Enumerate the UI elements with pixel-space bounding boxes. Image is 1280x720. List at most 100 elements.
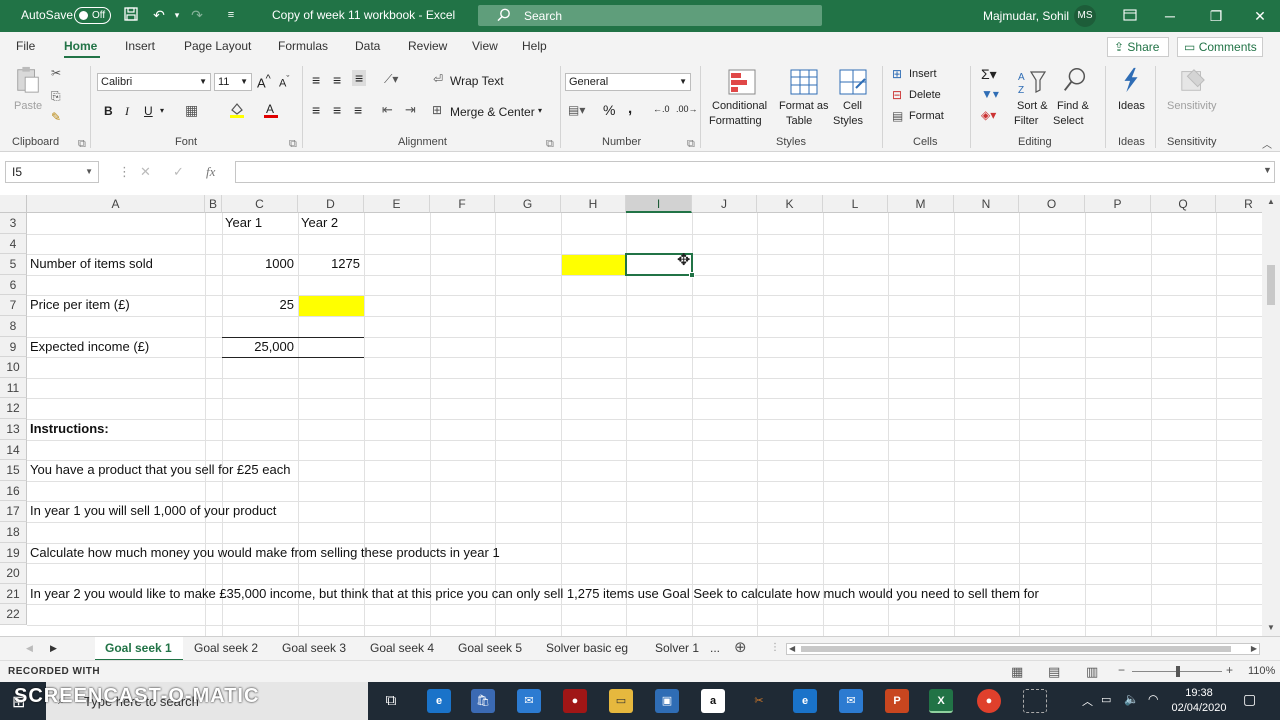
row-header-20[interactable]: 20 bbox=[0, 563, 27, 584]
copy-icon[interactable]: ⎘ bbox=[51, 89, 61, 104]
format-cells-icon[interactable]: ▤ bbox=[892, 109, 903, 123]
column-header-b[interactable]: B bbox=[205, 195, 222, 213]
comments-button[interactable]: ▭ Comments bbox=[1177, 37, 1263, 57]
highlight-cell-d7[interactable] bbox=[299, 296, 364, 317]
font-launcher-icon[interactable]: ⧉ bbox=[289, 138, 297, 151]
amazon-icon[interactable]: a bbox=[701, 689, 725, 713]
insert-function-icon[interactable]: fx bbox=[206, 164, 215, 180]
align-left-icon[interactable]: ≡ bbox=[312, 102, 320, 118]
align-right-icon[interactable]: ≡ bbox=[354, 102, 362, 118]
zoom-out-icon[interactable]: − bbox=[1118, 663, 1125, 677]
increase-font-size-icon[interactable]: A^ bbox=[257, 73, 271, 90]
wrap-text-icon[interactable]: ⏎ bbox=[433, 72, 443, 86]
zoom-slider-thumb[interactable] bbox=[1176, 666, 1180, 677]
align-center-icon[interactable]: ≡ bbox=[333, 102, 341, 118]
ribbon-display-options-icon[interactable] bbox=[1110, 0, 1150, 32]
row-header-10[interactable]: 10 bbox=[0, 357, 27, 378]
font-name-combo[interactable]: Calibri ▼ bbox=[97, 73, 211, 91]
fill-handle[interactable] bbox=[689, 272, 695, 278]
scroll-down-icon[interactable]: ▼ bbox=[1267, 623, 1275, 632]
scroll-left-icon[interactable]: ◀ bbox=[789, 644, 795, 653]
taskbar-clock[interactable]: 19:38 02/04/2020 bbox=[1170, 686, 1228, 716]
percent-style-icon[interactable]: % bbox=[603, 102, 615, 118]
column-header-i[interactable]: I bbox=[626, 195, 692, 213]
cancel-icon[interactable]: ✕ bbox=[140, 164, 151, 180]
column-header-j[interactable]: J bbox=[692, 195, 757, 213]
column-header-k[interactable]: K bbox=[757, 195, 823, 213]
tab-review[interactable]: Review bbox=[408, 39, 447, 53]
decrease-font-size-icon[interactable]: Aˇ bbox=[279, 74, 289, 90]
clear-icon[interactable]: ◈▾ bbox=[981, 108, 996, 122]
page-layout-view-icon[interactable]: ▤ bbox=[1048, 664, 1060, 680]
number-format-combo[interactable]: General ▼ bbox=[565, 73, 691, 91]
row-header-6[interactable]: 6 bbox=[0, 274, 27, 296]
screencast-app-icon[interactable]: ● bbox=[563, 689, 587, 713]
scroll-thumb[interactable] bbox=[1267, 265, 1275, 305]
column-header-m[interactable]: M bbox=[888, 195, 954, 213]
font-size-combo[interactable]: 11 ▼ bbox=[214, 73, 252, 91]
undo-dropdown-icon[interactable]: ▾ bbox=[168, 6, 186, 24]
scroll-right-icon[interactable]: ▶ bbox=[1251, 644, 1257, 653]
sheet-tab-solver-1[interactable]: Solver 1 bbox=[655, 641, 699, 655]
zoom-in-icon[interactable]: + bbox=[1226, 663, 1233, 677]
battery-icon[interactable]: ▭ bbox=[1101, 693, 1111, 706]
app-icon[interactable]: ▣ bbox=[655, 689, 679, 713]
cell-a15[interactable]: You have a product that you sell for £25… bbox=[27, 460, 290, 481]
accounting-format-icon[interactable]: ▤▾ bbox=[568, 103, 585, 117]
row-header-3[interactable]: 3 bbox=[0, 213, 27, 234]
merge-dropdown-icon[interactable]: ▾ bbox=[538, 106, 542, 115]
sheet-tab-goal-seek-3[interactable]: Goal seek 3 bbox=[282, 641, 346, 655]
bold-icon[interactable]: B bbox=[104, 104, 113, 118]
column-header-c[interactable]: C bbox=[222, 195, 298, 213]
hscroll-thumb[interactable] bbox=[801, 646, 1231, 652]
format-cells-button[interactable]: Format bbox=[909, 110, 944, 122]
delete-cells-icon[interactable]: ⊟ bbox=[892, 88, 902, 102]
row-header-14[interactable]: 14 bbox=[0, 439, 27, 461]
decrease-decimal-icon[interactable]: .00→ bbox=[676, 104, 698, 114]
cell-c3[interactable]: Year 1 bbox=[222, 213, 298, 234]
wifi-icon[interactable]: ◠ bbox=[1148, 692, 1158, 706]
cell-c9[interactable]: 25,000 bbox=[222, 337, 298, 358]
row-header-18[interactable]: 18 bbox=[0, 522, 27, 543]
row-header-5[interactable]: 5 bbox=[0, 254, 27, 275]
vertical-scrollbar[interactable]: ▲ ▼ bbox=[1262, 195, 1280, 636]
row-header-13[interactable]: 13 bbox=[0, 419, 27, 440]
cell-a9[interactable]: Expected income (£) bbox=[27, 337, 205, 358]
font-color-icon[interactable]: A bbox=[263, 101, 279, 122]
row-header-15[interactable]: 15 bbox=[0, 460, 27, 481]
notifications-icon[interactable]: ▢ bbox=[1243, 691, 1256, 708]
excel-taskbar-icon[interactable]: X bbox=[929, 689, 953, 713]
sheet-tab-goal-seek-4[interactable]: Goal seek 4 bbox=[370, 641, 434, 655]
cell-a5[interactable]: Number of items sold bbox=[27, 254, 205, 275]
cell-c7[interactable]: 25 bbox=[222, 295, 298, 316]
expand-formula-bar-icon[interactable]: ▼ bbox=[1263, 165, 1272, 175]
tab-insert[interactable]: Insert bbox=[125, 39, 155, 53]
merge-center-icon[interactable]: ⊞ bbox=[432, 103, 442, 117]
fill-color-icon[interactable] bbox=[229, 101, 245, 122]
tab-data[interactable]: Data bbox=[355, 39, 380, 53]
horizontal-scrollbar[interactable]: ◀ ▶ bbox=[786, 643, 1260, 655]
close-icon[interactable]: ✕ bbox=[1240, 0, 1280, 32]
restore-icon[interactable]: ❐ bbox=[1196, 0, 1236, 32]
file-explorer-icon[interactable]: ▭ bbox=[609, 689, 633, 713]
user-name[interactable]: Majmudar, Sohil bbox=[983, 9, 1069, 23]
worksheet-grid[interactable]: A B C D E F G H I J K L M N O P Q R 3 4 … bbox=[0, 195, 1262, 636]
underline-icon[interactable]: U bbox=[144, 104, 153, 118]
column-header-g[interactable]: G bbox=[495, 195, 561, 213]
sheet-tab-goal-seek-2[interactable]: Goal seek 2 bbox=[194, 641, 258, 655]
cell-c5[interactable]: 1000 bbox=[222, 254, 298, 275]
add-sheet-icon[interactable]: ⊕ bbox=[734, 638, 747, 656]
insert-cells-icon[interactable]: ⊞ bbox=[892, 67, 902, 81]
fill-icon[interactable]: ▼▾ bbox=[981, 87, 999, 101]
chrome-icon[interactable]: ● bbox=[977, 689, 1001, 713]
zoom-level[interactable]: 110% bbox=[1248, 665, 1275, 677]
increase-decimal-icon[interactable]: ←.0 bbox=[653, 104, 670, 114]
edge-icon[interactable]: e bbox=[427, 689, 451, 713]
row-header-17[interactable]: 17 bbox=[0, 501, 27, 522]
tab-formulas[interactable]: Formulas bbox=[278, 39, 328, 53]
row-header-19[interactable]: 19 bbox=[0, 542, 27, 564]
wrap-text-button[interactable]: Wrap Text bbox=[450, 74, 504, 88]
orientation-icon[interactable]: ⟋▾ bbox=[384, 72, 398, 87]
cell-a13[interactable]: Instructions: bbox=[27, 419, 109, 440]
insert-cells-button[interactable]: Insert bbox=[909, 68, 937, 80]
